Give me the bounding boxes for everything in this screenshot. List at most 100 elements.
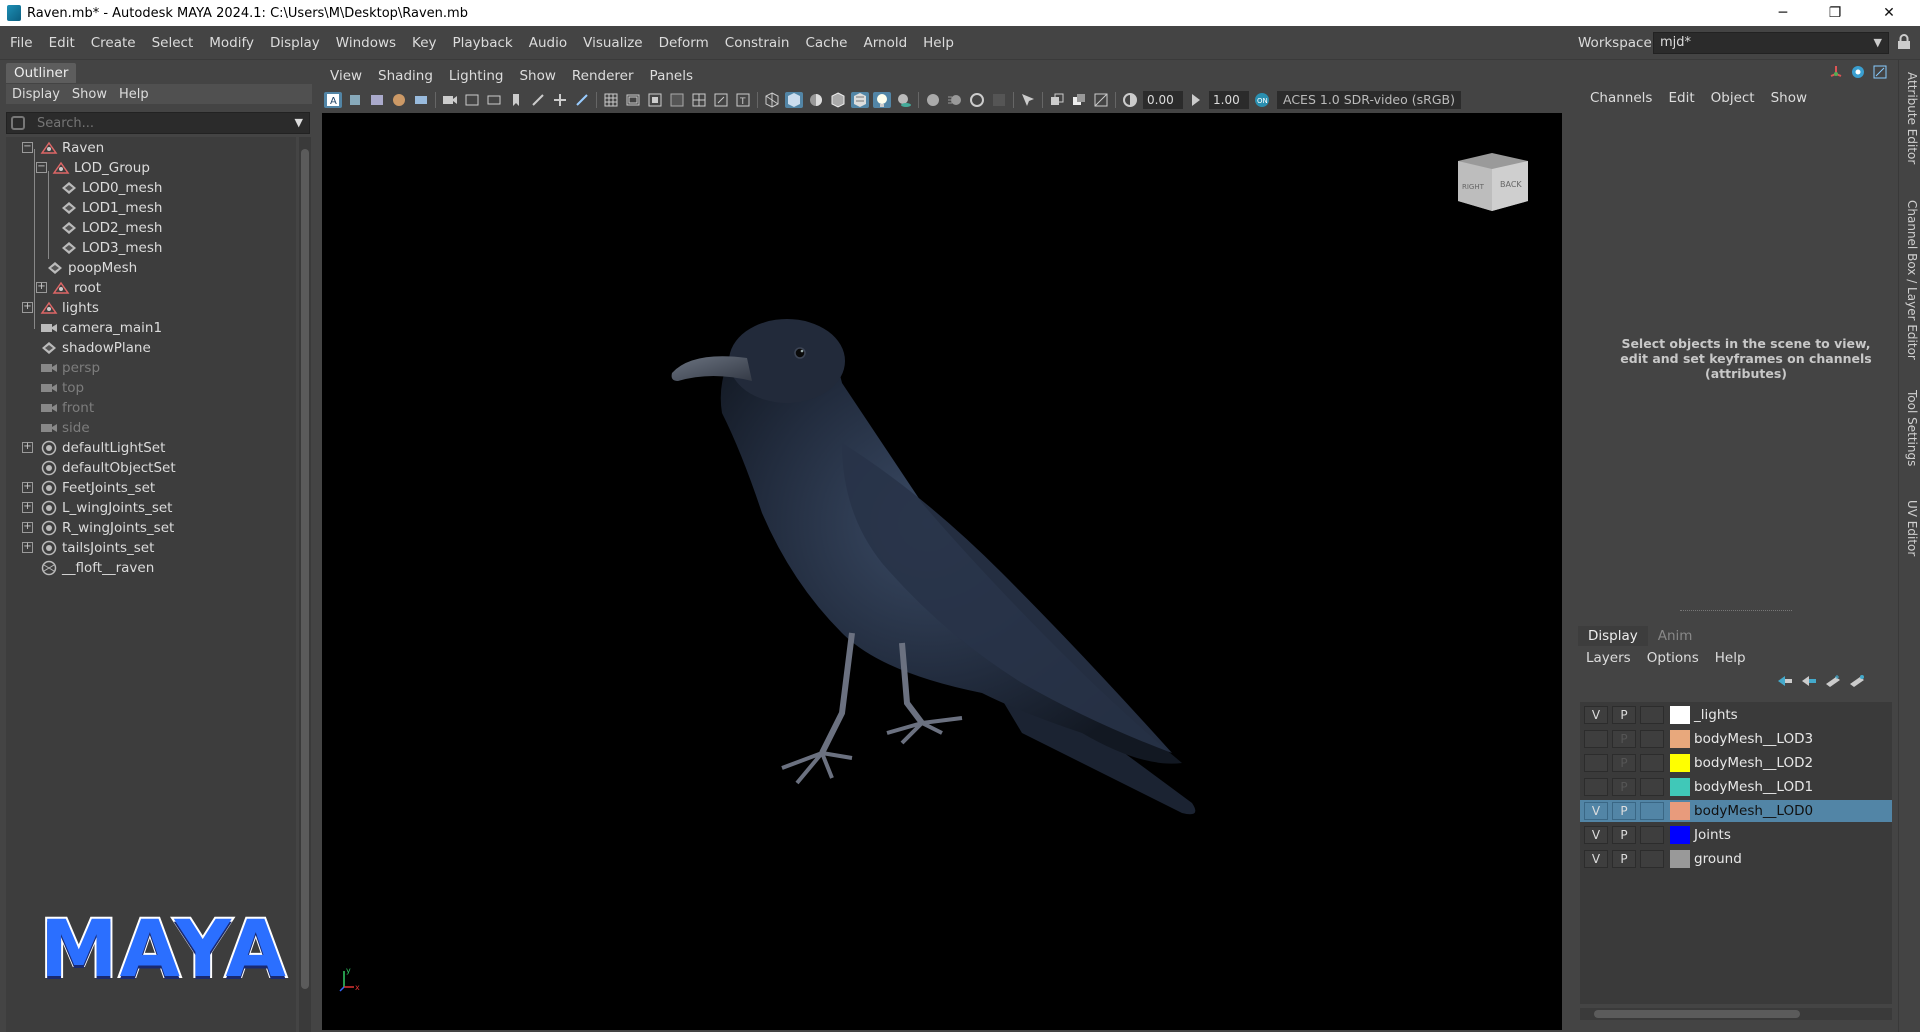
safe-action-toggle-icon[interactable]	[712, 92, 730, 108]
outliner-search-input[interactable]	[37, 115, 277, 131]
filter-icon[interactable]	[11, 116, 25, 130]
expand-toggle[interactable]: +	[22, 302, 33, 313]
layer-row[interactable]: V P Joints	[1580, 824, 1892, 846]
menu-help[interactable]: Help	[915, 35, 962, 51]
edit-icon[interactable]	[1872, 64, 1888, 80]
tab-anim[interactable]: Anim	[1648, 626, 1703, 646]
viewport-menu-lighting[interactable]: Lighting	[441, 68, 512, 84]
menu-playback[interactable]: Playback	[445, 35, 521, 51]
menu-select[interactable]: Select	[144, 35, 202, 51]
layer-color-swatch[interactable]	[1670, 730, 1690, 748]
layer-row[interactable]: P bodyMesh__LOD2	[1580, 752, 1892, 774]
tree-item-poopmesh[interactable]: poopMesh	[46, 257, 137, 279]
backface-culling-icon[interactable]	[1092, 92, 1110, 108]
tree-item-top[interactable]: top	[40, 377, 84, 399]
lock-camera-icon[interactable]	[346, 92, 364, 108]
color-management-icon[interactable]: ON	[1253, 92, 1271, 108]
layer-color-swatch[interactable]	[1670, 754, 1690, 772]
expand-toggle[interactable]: +	[22, 522, 33, 533]
layer-color-swatch[interactable]	[1670, 778, 1690, 796]
playback-toggle[interactable]: P	[1612, 850, 1636, 868]
workspace-dropdown[interactable]: mjd* ▼	[1653, 32, 1889, 54]
tree-item-camera-main1[interactable]: camera_main1	[40, 317, 162, 339]
isolate-select-icon[interactable]	[1019, 92, 1037, 108]
safe-action-icon[interactable]	[529, 92, 547, 108]
layer-menu-layers[interactable]: Layers	[1578, 650, 1639, 666]
tree-item-tailsjoints-set[interactable]: + tailsJoints_set	[22, 537, 154, 559]
playback-toggle[interactable]: P	[1612, 730, 1636, 748]
collapse-toggle[interactable]: −	[22, 142, 33, 153]
safe-title-icon[interactable]	[551, 92, 569, 108]
film-gate-icon[interactable]	[441, 92, 459, 108]
visibility-toggle[interactable]: V	[1584, 826, 1608, 844]
viewport-menu-show[interactable]: Show	[511, 68, 563, 84]
lock-icon[interactable]	[1897, 34, 1911, 50]
playback-toggle[interactable]: P	[1612, 826, 1636, 844]
expand-toggle[interactable]: +	[22, 442, 33, 453]
tab-uv-editor[interactable]: UV Editor	[1901, 500, 1919, 556]
scrollbar-thumb[interactable]	[1594, 1010, 1800, 1018]
camera-attributes-icon[interactable]	[412, 92, 430, 108]
3d-viewport[interactable]: RIGHT BACK y x	[322, 113, 1562, 1030]
new-layer-from-selection-icon[interactable]	[1848, 674, 1866, 688]
menu-deform[interactable]: Deform	[651, 35, 717, 51]
outliner-tab[interactable]: Outliner	[6, 63, 77, 83]
layer-color-swatch[interactable]	[1670, 850, 1690, 868]
safe-title-toggle-icon[interactable]: T	[734, 92, 752, 108]
tree-item-feetjoints-set[interactable]: + FeetJoints_set	[22, 477, 155, 499]
raven-model[interactable]	[322, 113, 1562, 1030]
playback-toggle[interactable]: P	[1612, 754, 1636, 772]
outliner-menu-help[interactable]: Help	[113, 87, 155, 102]
menu-key[interactable]: Key	[404, 35, 444, 51]
image-plane-icon[interactable]	[390, 92, 408, 108]
anti-aliasing-icon[interactable]	[968, 92, 986, 108]
tree-item-side[interactable]: side	[40, 417, 90, 439]
layer-color-swatch[interactable]	[1670, 802, 1690, 820]
channel-box-menu-show[interactable]: Show	[1763, 90, 1815, 106]
film-gate-toggle-icon[interactable]	[624, 92, 642, 108]
xray-icon[interactable]	[1048, 92, 1066, 108]
viewport-menu-renderer[interactable]: Renderer	[564, 68, 642, 84]
menu-windows[interactable]: Windows	[328, 35, 404, 51]
tree-item-lights[interactable]: + lights	[22, 297, 99, 319]
display-type-toggle[interactable]	[1640, 802, 1664, 820]
new-empty-layer-icon[interactable]	[1824, 674, 1842, 688]
move-layer-down-icon[interactable]	[1800, 674, 1818, 688]
menu-file[interactable]: File	[2, 35, 41, 51]
channel-box-menu-object[interactable]: Object	[1703, 90, 1763, 106]
playback-toggle[interactable]: P	[1612, 778, 1636, 796]
grid-icon[interactable]	[602, 92, 620, 108]
playback-toggle[interactable]: P	[1612, 706, 1636, 724]
wireframe-icon[interactable]	[763, 92, 781, 108]
viewport-menu-shading[interactable]: Shading	[370, 68, 441, 84]
layer-horizontal-scrollbar[interactable]	[1580, 1008, 1892, 1020]
tree-item-persp[interactable]: persp	[40, 357, 100, 379]
textured-icon[interactable]	[851, 92, 869, 108]
motion-blur-icon[interactable]	[946, 92, 964, 108]
shadows-icon[interactable]	[895, 92, 913, 108]
expand-toggle[interactable]: +	[36, 282, 47, 293]
visibility-toggle[interactable]	[1584, 730, 1608, 748]
gate-mask-toggle-icon[interactable]	[668, 92, 686, 108]
tree-item-l-wingjoints-set[interactable]: + L_wingJoints_set	[22, 497, 172, 519]
outliner-menu-display[interactable]: Display	[6, 87, 66, 102]
layer-row[interactable]: P bodyMesh__LOD3	[1580, 728, 1892, 750]
tree-item-defaultlightset[interactable]: + defaultLightSet	[22, 437, 165, 459]
field-chart-toggle-icon[interactable]	[690, 92, 708, 108]
layer-row[interactable]: V P ground	[1580, 848, 1892, 870]
tree-item-floft-raven[interactable]: __floft__raven	[40, 557, 154, 579]
tree-item-root[interactable]: + root	[36, 277, 101, 299]
menu-edit[interactable]: Edit	[41, 35, 83, 51]
smooth-shade-icon[interactable]	[785, 92, 803, 108]
chevron-down-icon[interactable]: ▼	[295, 116, 303, 129]
menu-modify[interactable]: Modify	[201, 35, 262, 51]
channel-box-menu-channels[interactable]: Channels	[1582, 90, 1660, 106]
select-camera-icon[interactable]: A	[324, 92, 342, 108]
expand-toggle[interactable]: +	[22, 482, 33, 493]
xray-joints-icon[interactable]	[1070, 92, 1088, 108]
menu-cache[interactable]: Cache	[797, 35, 855, 51]
visibility-toggle[interactable]	[1584, 754, 1608, 772]
bookmarks-icon[interactable]	[368, 92, 386, 108]
tree-item-r-wingjoints-set[interactable]: + R_wingJoints_set	[22, 517, 174, 539]
layer-row[interactable]: P bodyMesh__LOD1	[1580, 776, 1892, 798]
